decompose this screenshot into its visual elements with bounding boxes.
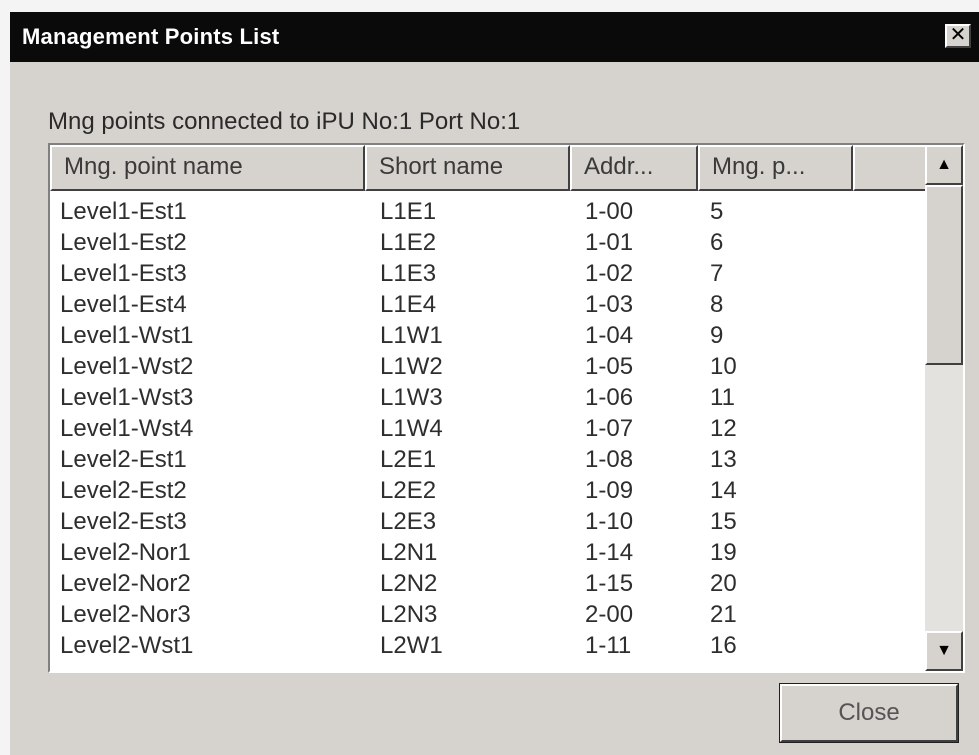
- cell-address: 1-07: [585, 415, 634, 442]
- cell-address: 1-09: [585, 477, 634, 504]
- cell-address: 1-00: [585, 198, 634, 225]
- table-row[interactable]: Level2-Wst1 L2W1 1-11 16: [50, 630, 922, 661]
- cell-mng-point-number: 6: [710, 229, 724, 256]
- cell-mng-point-number: 16: [710, 632, 737, 659]
- cell-short-name: L1E3: [380, 260, 437, 287]
- cell-short-name: L1W1: [380, 322, 443, 349]
- cell-short-name: L2N3: [380, 601, 438, 628]
- cell-address: 1-05: [585, 353, 634, 380]
- table-row[interactable]: Level1-Est3 L1E3 1-02 7: [50, 258, 922, 289]
- cell-short-name: L2E3: [380, 508, 437, 535]
- cell-short-name: L2N1: [380, 539, 438, 566]
- table-row[interactable]: Level1-Wst3 L1W3 1-06 11: [50, 382, 922, 413]
- list-caption: Mng points connected to iPU No:1 Port No…: [48, 108, 521, 135]
- cell-address: 1-03: [585, 291, 634, 318]
- cell-mng-point-name: Level2-Est1: [60, 446, 187, 473]
- cell-mng-point-number: 7: [710, 260, 724, 287]
- column-header-mng-point-name[interactable]: Mng. point name: [50, 145, 365, 191]
- table-row[interactable]: Level2-Nor3 L2N3 2-00 21: [50, 599, 922, 630]
- window-title: Management Points List: [22, 24, 280, 49]
- table-row[interactable]: Level1-Est2 L1E2 1-01 6: [50, 227, 922, 258]
- cell-mng-point-name: Level2-Est2: [60, 477, 187, 504]
- cell-short-name: L2W1: [380, 632, 443, 659]
- cell-short-name: L1E2: [380, 229, 437, 256]
- cell-mng-point-name: Level1-Est1: [60, 198, 187, 225]
- cell-mng-point-name: Level1-Est4: [60, 291, 187, 318]
- cell-mng-point-number: 11: [710, 384, 735, 411]
- table-row[interactable]: Level2-Est2 L2E2 1-09 14: [50, 475, 922, 506]
- scroll-thumb[interactable]: [925, 185, 963, 365]
- table-row[interactable]: Level1-Wst2 L1W2 1-05 10: [50, 351, 922, 382]
- column-header-mng-point-number[interactable]: Mng. p...: [698, 145, 853, 191]
- cell-mng-point-name: Level2-Est3: [60, 508, 187, 535]
- table-row[interactable]: Level2-Nor1 L2N1 1-14 19: [50, 537, 922, 568]
- table-row[interactable]: Level1-Wst4 L1W4 1-07 12: [50, 413, 922, 444]
- scroll-up-icon[interactable]: ▲: [925, 145, 963, 185]
- cell-mng-point-number: 15: [710, 508, 737, 535]
- cell-mng-point-name: Level2-Nor2: [60, 570, 191, 597]
- cell-short-name: L1W2: [380, 353, 443, 380]
- cell-short-name: L1W4: [380, 415, 443, 442]
- table-row[interactable]: Level2-Est1 L2E1 1-08 13: [50, 444, 922, 475]
- cell-mng-point-name: Level1-Wst4: [60, 415, 194, 442]
- cell-mng-point-name: Level2-Nor3: [60, 601, 191, 628]
- table-row[interactable]: Level1-Est4 L1E4 1-03 8: [50, 289, 922, 320]
- cell-mng-point-number: 5: [710, 198, 724, 225]
- cell-address: 1-01: [585, 229, 634, 256]
- cell-short-name: L2E1: [380, 446, 437, 473]
- cell-address: 1-02: [585, 260, 634, 287]
- table-row[interactable]: Level1-Wst1 L1W1 1-04 9: [50, 320, 922, 351]
- cell-address: 1-15: [585, 570, 634, 597]
- cell-address: 1-08: [585, 446, 634, 473]
- management-points-dialog: Management Points List ✕ Mng points conn…: [10, 12, 979, 755]
- cell-address: 1-06: [585, 384, 634, 411]
- cell-mng-point-name: Level2-Wst1: [60, 632, 194, 659]
- cell-mng-point-number: 19: [710, 539, 737, 566]
- vertical-scrollbar[interactable]: ▲ ▼: [925, 145, 963, 671]
- cell-mng-point-number: 12: [710, 415, 737, 442]
- title-bar[interactable]: Management Points List ✕: [10, 12, 979, 62]
- column-header-short-name[interactable]: Short name: [365, 145, 570, 191]
- cell-mng-point-number: 21: [710, 601, 737, 628]
- cell-mng-point-number: 13: [710, 446, 737, 473]
- cell-mng-point-number: 10: [710, 353, 737, 380]
- cell-mng-point-name: Level1-Est3: [60, 260, 187, 287]
- cell-address: 1-11: [585, 632, 632, 659]
- cell-address: 1-14: [585, 539, 634, 566]
- cell-short-name: L1E1: [380, 198, 437, 225]
- cell-mng-point-name: Level2-Nor1: [60, 539, 191, 566]
- cell-short-name: L1E4: [380, 291, 437, 318]
- table-row[interactable]: Level2-Nor2 L2N2 1-15 20: [50, 568, 922, 599]
- column-header-empty: [853, 145, 927, 191]
- cell-short-name: L1W3: [380, 384, 443, 411]
- cell-mng-point-name: Level1-Wst3: [60, 384, 194, 411]
- column-header-address[interactable]: Addr...: [570, 145, 698, 191]
- cell-mng-point-number: 9: [710, 322, 724, 349]
- cell-mng-point-number: 20: [710, 570, 737, 597]
- cell-short-name: L2N2: [380, 570, 438, 597]
- cell-mng-point-number: 8: [710, 291, 724, 318]
- cell-address: 1-10: [585, 508, 634, 535]
- cell-address: 2-00: [585, 601, 634, 628]
- management-points-table[interactable]: Mng. point name Short name Addr... Mng. …: [48, 143, 965, 673]
- cell-mng-point-name: Level1-Est2: [60, 229, 187, 256]
- table-row[interactable]: Level2-Est3 L2E3 1-10 15: [50, 506, 922, 537]
- close-icon[interactable]: ✕: [945, 24, 971, 48]
- scroll-down-icon[interactable]: ▼: [925, 631, 963, 671]
- table-body: Level1-Est1 L1E1 1-00 5 Level1-Est2 L1E2 1-01 6…: [50, 196, 922, 661]
- cell-mng-point-number: 14: [710, 477, 737, 504]
- cell-address: 1-04: [585, 322, 634, 349]
- table-header: Mng. point name Short name Addr... Mng. …: [50, 145, 930, 191]
- cell-short-name: L2E2: [380, 477, 437, 504]
- cell-mng-point-name: Level1-Wst1: [60, 322, 194, 349]
- close-button[interactable]: Close: [779, 683, 959, 743]
- table-row[interactable]: Level1-Est1 L1E1 1-00 5: [50, 196, 922, 227]
- cell-mng-point-name: Level1-Wst2: [60, 353, 194, 380]
